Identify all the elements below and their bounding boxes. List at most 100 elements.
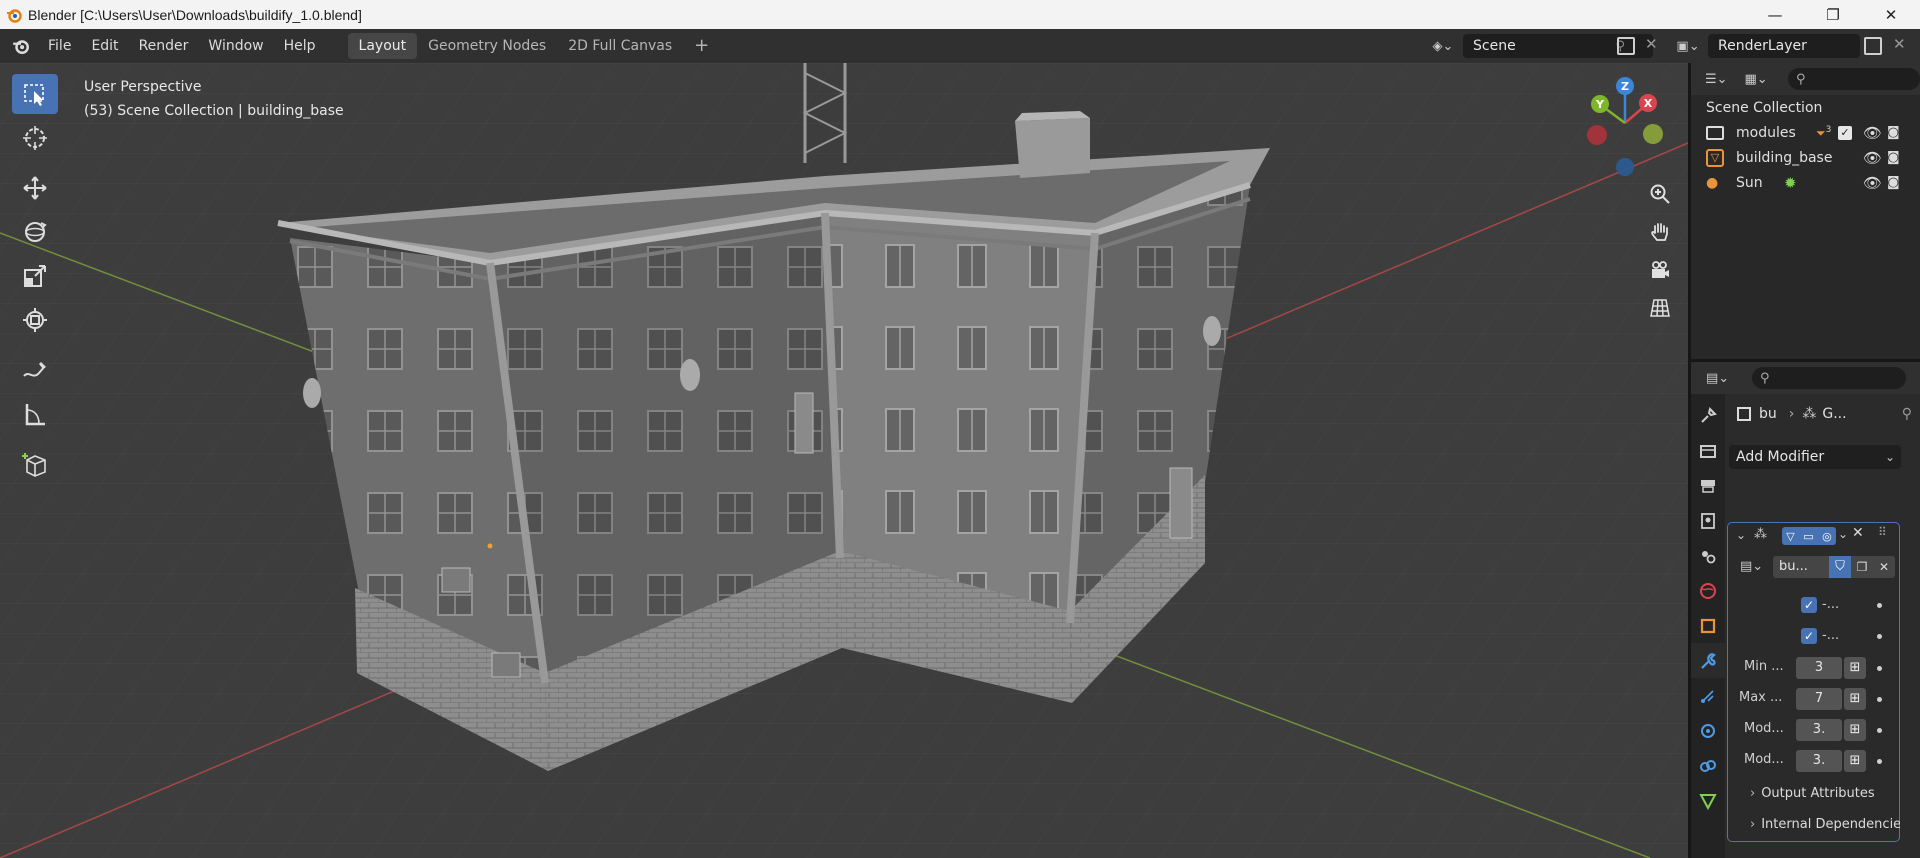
editor-type-icon[interactable]: ☰⌄: [1705, 68, 1739, 90]
viewport-display-icon[interactable]: ▭: [1803, 530, 1813, 543]
scene-tab-icon[interactable]: [1691, 538, 1725, 573]
keyframe-dot-icon[interactable]: [1877, 728, 1882, 733]
outliner-search-field[interactable]: ⚲: [1788, 68, 1920, 90]
render-tab-icon[interactable]: [1691, 433, 1725, 468]
keyframe-dot-icon[interactable]: [1877, 634, 1882, 639]
properties-content: bu › ⁂ G... ⚲ Add Modifier ⌄ ⌄ ⁂ ▽ ▭ ◎ ⌄…: [1725, 394, 1920, 858]
edit-mode-icon[interactable]: ▽: [1786, 530, 1794, 543]
output-tab-icon[interactable]: [1691, 468, 1725, 503]
render-icon[interactable]: ◎: [1822, 530, 1832, 543]
keyframe-dot-icon[interactable]: [1877, 603, 1882, 608]
scale-tool-icon[interactable]: [12, 256, 58, 296]
modifier-visibility-toggles[interactable]: ▽ ▭ ◎: [1782, 527, 1836, 545]
delete-scene-icon[interactable]: ✕: [1645, 35, 1658, 53]
visibility-eye-icon[interactable]: 👁: [1863, 174, 1882, 192]
maximize-button[interactable]: ❐: [1804, 0, 1862, 29]
add-modifier-label: Add Modifier: [1736, 449, 1825, 465]
outliner-item-building-base[interactable]: ▽ building_base 👁 ◙: [1691, 145, 1920, 170]
physics-tab-icon[interactable]: [1691, 713, 1725, 748]
exclude-checkbox-icon[interactable]: ✓: [1838, 125, 1852, 140]
view-layer-tab-icon[interactable]: [1691, 503, 1725, 538]
perspective-toggle-icon[interactable]: [1643, 291, 1677, 325]
keyframe-dot-icon[interactable]: [1877, 666, 1882, 671]
keyframe-dot-icon[interactable]: [1877, 697, 1882, 702]
modifier-filter-icon[interactable]: ⏷3: [1816, 125, 1831, 141]
properties-editor-type-icon[interactable]: ▤⌄: [1706, 367, 1740, 389]
tab-2d-full-canvas[interactable]: 2D Full Canvas: [557, 33, 683, 59]
tab-layout[interactable]: Layout: [347, 33, 418, 59]
camera-view-icon[interactable]: [1643, 253, 1677, 287]
pan-hand-icon[interactable]: [1643, 215, 1677, 249]
pin-icon[interactable]: ⚲: [1902, 406, 1912, 422]
add-modifier-dropdown[interactable]: Add Modifier ⌄: [1729, 445, 1901, 469]
scene-selector-icon[interactable]: ◈⌄: [1427, 34, 1459, 58]
display-mode-icon[interactable]: ▦⌄: [1745, 68, 1779, 90]
menu-edit[interactable]: Edit: [81, 33, 128, 59]
visibility-eye-icon[interactable]: 👁: [1863, 149, 1882, 167]
mod-input-field[interactable]: 3.: [1796, 750, 1842, 772]
properties-search-field[interactable]: ⚲: [1752, 367, 1906, 389]
select-box-tool-icon[interactable]: [12, 74, 58, 114]
duplicate-node-group-icon[interactable]: ❐: [1851, 556, 1873, 578]
navigation-gizmo[interactable]: Z X Y: [1575, 73, 1675, 183]
measure-tool-icon[interactable]: [12, 394, 58, 434]
max-input-field[interactable]: 7: [1796, 688, 1842, 710]
keyframe-dot-icon[interactable]: [1877, 759, 1882, 764]
attribute-toggle-icon[interactable]: ⊞: [1844, 750, 1866, 772]
blender-menu-icon[interactable]: [4, 33, 38, 59]
close-button[interactable]: ✕: [1862, 0, 1920, 29]
add-cube-tool-icon[interactable]: [12, 444, 58, 484]
particles-tab-icon[interactable]: [1691, 678, 1725, 713]
attribute-toggle-icon[interactable]: ⊞: [1844, 657, 1866, 679]
world-tab-icon[interactable]: [1691, 573, 1725, 608]
add-workspace-button[interactable]: +: [683, 33, 720, 59]
scene-collection-row[interactable]: Scene Collection: [1691, 95, 1920, 120]
internal-dependencies-subpanel[interactable]: › Internal Dependencies: [1750, 817, 1900, 837]
constraints-tab-icon[interactable]: [1691, 748, 1725, 783]
render-camera-icon[interactable]: ◙: [1887, 175, 1900, 190]
menu-help[interactable]: Help: [274, 33, 326, 59]
rotate-tool-icon[interactable]: [12, 212, 58, 252]
visibility-eye-icon[interactable]: 👁: [1863, 124, 1882, 142]
unlink-node-group-icon[interactable]: ✕: [1873, 556, 1895, 578]
outliner-item-sun[interactable]: ● Sun ✹ 👁 ◙: [1691, 170, 1920, 195]
attribute-toggle-icon[interactable]: ⊞: [1844, 719, 1866, 741]
menu-window[interactable]: Window: [198, 33, 273, 59]
tool-tab-icon[interactable]: [1691, 398, 1725, 433]
drag-handle-icon[interactable]: ⠿: [1878, 525, 1887, 539]
render-camera-icon[interactable]: ◙: [1887, 125, 1900, 140]
mod-input-field[interactable]: 3.: [1796, 719, 1842, 741]
attribute-toggle-icon[interactable]: ⊞: [1844, 688, 1866, 710]
boolean-input-checkbox[interactable]: ✓: [1801, 597, 1817, 613]
move-tool-icon[interactable]: [12, 168, 58, 208]
node-tree-icon[interactable]: ▤⌄: [1740, 559, 1763, 574]
remove-modifier-icon[interactable]: ✕: [1852, 525, 1864, 541]
node-group-field[interactable]: bu...: [1773, 556, 1829, 578]
fake-user-shield-icon[interactable]: ⛉: [1829, 556, 1851, 578]
view-layer-selector-icon[interactable]: ▣⌄: [1672, 35, 1704, 57]
modifier-tab-icon[interactable]: [1691, 643, 1725, 678]
menu-render[interactable]: Render: [129, 33, 199, 59]
3d-viewport[interactable]: User Perspective (53) Scene Collection |…: [0, 63, 1688, 858]
tab-geometry-nodes[interactable]: Geometry Nodes: [417, 33, 557, 59]
new-view-layer-icon[interactable]: [1864, 37, 1882, 55]
render-camera-icon[interactable]: ◙: [1887, 150, 1900, 165]
delete-view-layer-icon[interactable]: ✕: [1893, 35, 1906, 53]
annotate-tool-icon[interactable]: [12, 350, 58, 390]
cursor-tool-icon[interactable]: [12, 118, 58, 158]
modifier-menu-chevron-icon[interactable]: ⌄: [1838, 527, 1848, 541]
render-layer-field[interactable]: RenderLayer: [1708, 34, 1860, 58]
boolean-input-checkbox[interactable]: ✓: [1801, 628, 1817, 644]
object-data-tab-icon[interactable]: [1691, 783, 1725, 818]
minimize-button[interactable]: —: [1746, 0, 1804, 29]
output-attributes-subpanel[interactable]: › Output Attributes: [1750, 786, 1900, 806]
menu-file[interactable]: File: [38, 33, 81, 59]
transform-tool-icon[interactable]: [12, 300, 58, 340]
zoom-icon[interactable]: [1643, 177, 1677, 211]
object-tab-icon[interactable]: [1691, 608, 1725, 643]
min-input-field[interactable]: 3: [1796, 657, 1842, 679]
new-scene-icon[interactable]: [1617, 37, 1635, 55]
collapse-chevron-icon[interactable]: ⌄: [1736, 528, 1746, 542]
outliner-item-modules[interactable]: modules ⏷3 ✓ 👁 ◙: [1691, 120, 1920, 145]
sun-light-data-icon[interactable]: ✹: [1784, 174, 1797, 192]
